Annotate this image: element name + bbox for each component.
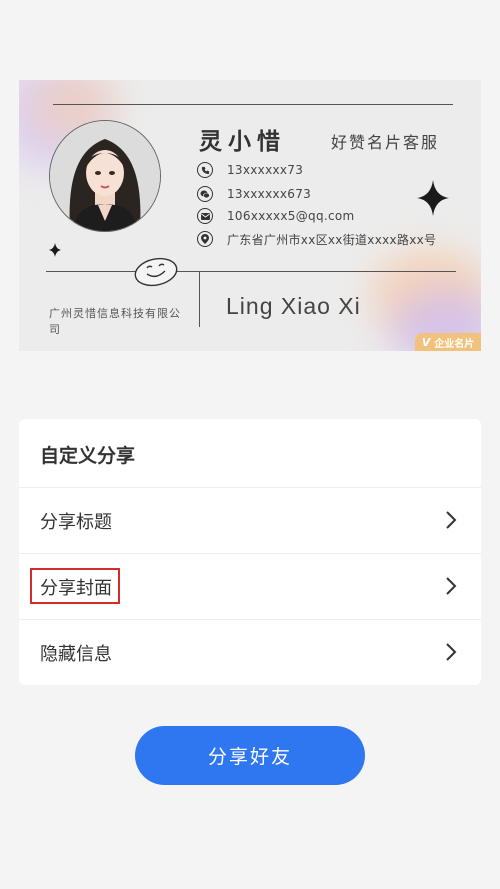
divider xyxy=(46,271,456,272)
divider xyxy=(199,271,200,327)
row-label: 分享封面 xyxy=(40,578,112,599)
share-title-row[interactable]: 分享标题 xyxy=(19,487,481,554)
address: 广东省广州市xx区xx街道xxxx路xx号 xyxy=(227,232,437,247)
wechat-id: 13xxxxxx673 xyxy=(227,187,312,201)
smiley-icon xyxy=(134,257,178,287)
divider xyxy=(53,104,453,105)
avatar xyxy=(49,120,161,232)
badge-label: 企业名片 xyxy=(434,338,475,350)
info-wechat: 13xxxxxx673 xyxy=(197,184,311,204)
info-address: 广东省广州市xx区xx街道xxxx路xx号 xyxy=(197,229,436,249)
custom-share-panel: 自定义分享 分享标题 分享封面 隐藏信息 xyxy=(19,419,481,685)
location-icon xyxy=(197,231,213,247)
badge-mark: V xyxy=(421,335,431,349)
hide-info-row[interactable]: 隐藏信息 xyxy=(19,619,481,686)
chevron-right-icon xyxy=(446,511,457,529)
row-label: 分享标题 xyxy=(40,512,112,533)
enterprise-card-badge: V 企业名片 xyxy=(415,333,481,351)
sparkle-icon xyxy=(417,180,449,216)
row-label: 隐藏信息 xyxy=(40,644,112,665)
name-latin: Ling Xiao Xi xyxy=(226,293,361,319)
company-name: 广州灵惜信息科技有限公司 xyxy=(49,307,181,336)
share-cover-row[interactable]: 分享封面 xyxy=(19,553,481,620)
phone-icon xyxy=(197,162,213,178)
business-card: 灵小惜 好赞名片客服 13xxxxxx73 13xxxxxx673 106xxx… xyxy=(19,80,481,351)
wechat-icon xyxy=(197,186,213,202)
phone-number: 13xxxxxx73 xyxy=(227,163,304,177)
email-address: 106xxxxx5@qq.com xyxy=(227,209,355,223)
panel-title: 自定义分享 xyxy=(40,445,136,467)
sparkle-icon xyxy=(49,243,61,257)
person-role: 好赞名片客服 xyxy=(331,133,440,152)
info-phone: 13xxxxxx73 xyxy=(197,160,303,180)
email-icon xyxy=(197,208,213,224)
share-to-friends-button[interactable]: 分享好友 xyxy=(135,726,365,785)
info-email: 106xxxxx5@qq.com xyxy=(197,206,355,226)
chevron-right-icon xyxy=(446,643,457,661)
chevron-right-icon xyxy=(446,577,457,595)
person-name: 灵小惜 xyxy=(199,129,286,155)
